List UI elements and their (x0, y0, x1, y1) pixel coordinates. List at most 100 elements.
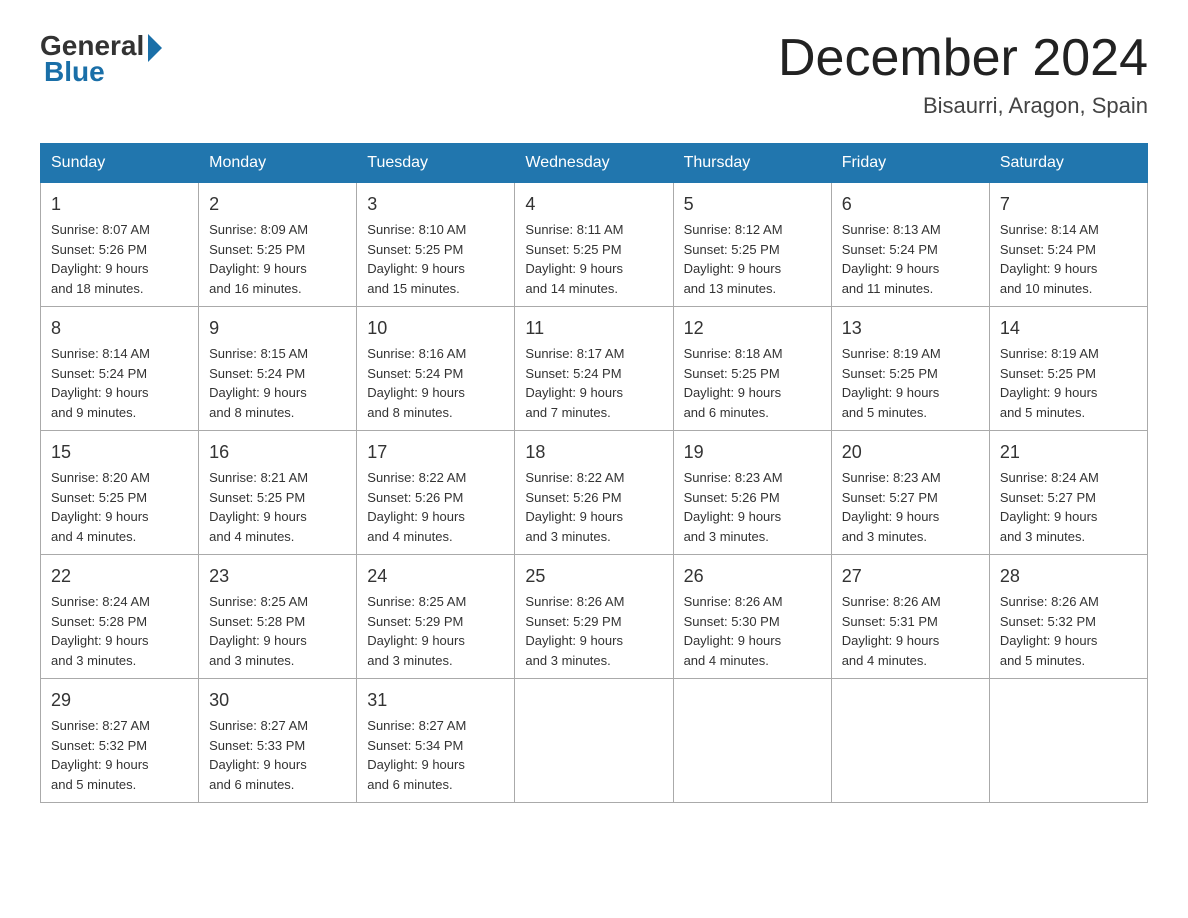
calendar-cell: 20Sunrise: 8:23 AMSunset: 5:27 PMDayligh… (831, 431, 989, 555)
calendar-cell: 21Sunrise: 8:24 AMSunset: 5:27 PMDayligh… (989, 431, 1147, 555)
day-number: 3 (367, 191, 504, 218)
calendar-cell: 31Sunrise: 8:27 AMSunset: 5:34 PMDayligh… (357, 679, 515, 803)
day-info: Sunrise: 8:23 AMSunset: 5:26 PMDaylight:… (684, 468, 821, 546)
day-info: Sunrise: 8:18 AMSunset: 5:25 PMDaylight:… (684, 344, 821, 422)
logo: General Blue (40, 30, 162, 88)
calendar-cell: 11Sunrise: 8:17 AMSunset: 5:24 PMDayligh… (515, 307, 673, 431)
page-header: General Blue December 2024 Bisaurri, Ara… (40, 30, 1148, 119)
week-row-3: 15Sunrise: 8:20 AMSunset: 5:25 PMDayligh… (41, 431, 1148, 555)
day-info: Sunrise: 8:25 AMSunset: 5:29 PMDaylight:… (367, 592, 504, 670)
calendar-cell: 23Sunrise: 8:25 AMSunset: 5:28 PMDayligh… (199, 555, 357, 679)
calendar-cell: 18Sunrise: 8:22 AMSunset: 5:26 PMDayligh… (515, 431, 673, 555)
day-info: Sunrise: 8:12 AMSunset: 5:25 PMDaylight:… (684, 220, 821, 298)
logo-arrow-icon (148, 34, 162, 62)
day-number: 30 (209, 687, 346, 714)
main-title: December 2024 (778, 30, 1148, 87)
day-info: Sunrise: 8:09 AMSunset: 5:25 PMDaylight:… (209, 220, 346, 298)
calendar-cell: 7Sunrise: 8:14 AMSunset: 5:24 PMDaylight… (989, 183, 1147, 307)
week-row-1: 1Sunrise: 8:07 AMSunset: 5:26 PMDaylight… (41, 183, 1148, 307)
subtitle: Bisaurri, Aragon, Spain (778, 93, 1148, 119)
column-header-friday: Friday (831, 144, 989, 183)
calendar-cell (831, 679, 989, 803)
day-number: 19 (684, 439, 821, 466)
title-section: December 2024 Bisaurri, Aragon, Spain (778, 30, 1148, 119)
day-info: Sunrise: 8:22 AMSunset: 5:26 PMDaylight:… (525, 468, 662, 546)
day-info: Sunrise: 8:26 AMSunset: 5:31 PMDaylight:… (842, 592, 979, 670)
column-header-sunday: Sunday (41, 144, 199, 183)
day-number: 28 (1000, 563, 1137, 590)
day-number: 16 (209, 439, 346, 466)
calendar-cell: 30Sunrise: 8:27 AMSunset: 5:33 PMDayligh… (199, 679, 357, 803)
column-header-monday: Monday (199, 144, 357, 183)
calendar-cell: 16Sunrise: 8:21 AMSunset: 5:25 PMDayligh… (199, 431, 357, 555)
day-number: 25 (525, 563, 662, 590)
calendar-table: SundayMondayTuesdayWednesdayThursdayFrid… (40, 143, 1148, 803)
column-header-thursday: Thursday (673, 144, 831, 183)
day-info: Sunrise: 8:24 AMSunset: 5:27 PMDaylight:… (1000, 468, 1137, 546)
calendar-cell: 9Sunrise: 8:15 AMSunset: 5:24 PMDaylight… (199, 307, 357, 431)
day-info: Sunrise: 8:26 AMSunset: 5:32 PMDaylight:… (1000, 592, 1137, 670)
day-number: 6 (842, 191, 979, 218)
calendar-cell (989, 679, 1147, 803)
day-info: Sunrise: 8:24 AMSunset: 5:28 PMDaylight:… (51, 592, 188, 670)
calendar-cell: 22Sunrise: 8:24 AMSunset: 5:28 PMDayligh… (41, 555, 199, 679)
day-info: Sunrise: 8:21 AMSunset: 5:25 PMDaylight:… (209, 468, 346, 546)
calendar-cell: 6Sunrise: 8:13 AMSunset: 5:24 PMDaylight… (831, 183, 989, 307)
day-info: Sunrise: 8:20 AMSunset: 5:25 PMDaylight:… (51, 468, 188, 546)
day-info: Sunrise: 8:13 AMSunset: 5:24 PMDaylight:… (842, 220, 979, 298)
calendar-header-row: SundayMondayTuesdayWednesdayThursdayFrid… (41, 144, 1148, 183)
day-number: 15 (51, 439, 188, 466)
calendar-cell: 5Sunrise: 8:12 AMSunset: 5:25 PMDaylight… (673, 183, 831, 307)
calendar-cell: 14Sunrise: 8:19 AMSunset: 5:25 PMDayligh… (989, 307, 1147, 431)
day-info: Sunrise: 8:27 AMSunset: 5:33 PMDaylight:… (209, 716, 346, 794)
calendar-cell: 10Sunrise: 8:16 AMSunset: 5:24 PMDayligh… (357, 307, 515, 431)
day-number: 26 (684, 563, 821, 590)
day-number: 4 (525, 191, 662, 218)
day-info: Sunrise: 8:10 AMSunset: 5:25 PMDaylight:… (367, 220, 504, 298)
calendar-cell: 12Sunrise: 8:18 AMSunset: 5:25 PMDayligh… (673, 307, 831, 431)
day-info: Sunrise: 8:27 AMSunset: 5:32 PMDaylight:… (51, 716, 188, 794)
day-number: 8 (51, 315, 188, 342)
calendar-cell: 4Sunrise: 8:11 AMSunset: 5:25 PMDaylight… (515, 183, 673, 307)
week-row-2: 8Sunrise: 8:14 AMSunset: 5:24 PMDaylight… (41, 307, 1148, 431)
day-info: Sunrise: 8:23 AMSunset: 5:27 PMDaylight:… (842, 468, 979, 546)
day-number: 21 (1000, 439, 1137, 466)
column-header-wednesday: Wednesday (515, 144, 673, 183)
day-info: Sunrise: 8:22 AMSunset: 5:26 PMDaylight:… (367, 468, 504, 546)
calendar-cell (515, 679, 673, 803)
day-number: 11 (525, 315, 662, 342)
day-info: Sunrise: 8:07 AMSunset: 5:26 PMDaylight:… (51, 220, 188, 298)
logo-blue-text: Blue (44, 56, 105, 88)
day-number: 5 (684, 191, 821, 218)
calendar-cell: 17Sunrise: 8:22 AMSunset: 5:26 PMDayligh… (357, 431, 515, 555)
calendar-cell: 24Sunrise: 8:25 AMSunset: 5:29 PMDayligh… (357, 555, 515, 679)
calendar-cell: 15Sunrise: 8:20 AMSunset: 5:25 PMDayligh… (41, 431, 199, 555)
calendar-cell: 28Sunrise: 8:26 AMSunset: 5:32 PMDayligh… (989, 555, 1147, 679)
calendar-cell: 1Sunrise: 8:07 AMSunset: 5:26 PMDaylight… (41, 183, 199, 307)
calendar-cell: 19Sunrise: 8:23 AMSunset: 5:26 PMDayligh… (673, 431, 831, 555)
calendar-cell (673, 679, 831, 803)
day-number: 2 (209, 191, 346, 218)
calendar-cell: 3Sunrise: 8:10 AMSunset: 5:25 PMDaylight… (357, 183, 515, 307)
day-info: Sunrise: 8:25 AMSunset: 5:28 PMDaylight:… (209, 592, 346, 670)
day-info: Sunrise: 8:15 AMSunset: 5:24 PMDaylight:… (209, 344, 346, 422)
week-row-4: 22Sunrise: 8:24 AMSunset: 5:28 PMDayligh… (41, 555, 1148, 679)
day-number: 12 (684, 315, 821, 342)
week-row-5: 29Sunrise: 8:27 AMSunset: 5:32 PMDayligh… (41, 679, 1148, 803)
day-number: 22 (51, 563, 188, 590)
day-number: 9 (209, 315, 346, 342)
day-info: Sunrise: 8:11 AMSunset: 5:25 PMDaylight:… (525, 220, 662, 298)
day-info: Sunrise: 8:16 AMSunset: 5:24 PMDaylight:… (367, 344, 504, 422)
calendar-cell: 29Sunrise: 8:27 AMSunset: 5:32 PMDayligh… (41, 679, 199, 803)
day-number: 24 (367, 563, 504, 590)
day-number: 29 (51, 687, 188, 714)
calendar-cell: 8Sunrise: 8:14 AMSunset: 5:24 PMDaylight… (41, 307, 199, 431)
day-number: 20 (842, 439, 979, 466)
day-number: 10 (367, 315, 504, 342)
calendar-cell: 2Sunrise: 8:09 AMSunset: 5:25 PMDaylight… (199, 183, 357, 307)
calendar-cell: 13Sunrise: 8:19 AMSunset: 5:25 PMDayligh… (831, 307, 989, 431)
day-info: Sunrise: 8:14 AMSunset: 5:24 PMDaylight:… (51, 344, 188, 422)
day-number: 18 (525, 439, 662, 466)
day-info: Sunrise: 8:19 AMSunset: 5:25 PMDaylight:… (1000, 344, 1137, 422)
day-number: 7 (1000, 191, 1137, 218)
